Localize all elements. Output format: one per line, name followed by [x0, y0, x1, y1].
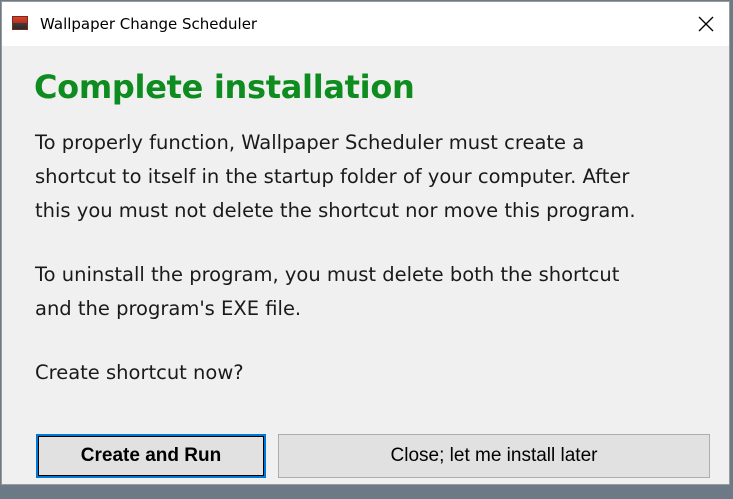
close-icon: [698, 16, 714, 32]
paragraph-line: To properly function, Wallpaper Schedule…: [35, 131, 585, 154]
dialog-heading: Complete installation: [34, 68, 415, 106]
paragraph-line: To uninstall the program, you must delet…: [35, 263, 620, 286]
question-text: Create shortcut now?: [35, 361, 244, 384]
title-bar[interactable]: Wallpaper Change Scheduler: [2, 2, 729, 46]
install-later-button[interactable]: Close; let me install later: [278, 434, 710, 478]
paragraph-line: and the program's EXE file.: [35, 297, 302, 320]
uninstall-paragraph: To uninstall the program, you must delet…: [35, 258, 619, 326]
dialog-window: Wallpaper Change Scheduler Complete inst…: [1, 1, 730, 485]
create-and-run-button[interactable]: Create and Run: [36, 434, 266, 478]
confirmation-question: Create shortcut now?: [35, 356, 244, 390]
window-title: Wallpaper Change Scheduler: [40, 15, 258, 33]
dialog-content: Complete installation To properly functi…: [2, 46, 729, 484]
paragraph-line: this you must not delete the shortcut no…: [35, 199, 636, 222]
close-button[interactable]: [683, 2, 729, 46]
startup-shortcut-paragraph: To properly function, Wallpaper Schedule…: [35, 126, 636, 228]
paragraph-line: shortcut to itself in the startup folder…: [35, 165, 630, 188]
wallpaper-app-icon: [12, 16, 28, 30]
